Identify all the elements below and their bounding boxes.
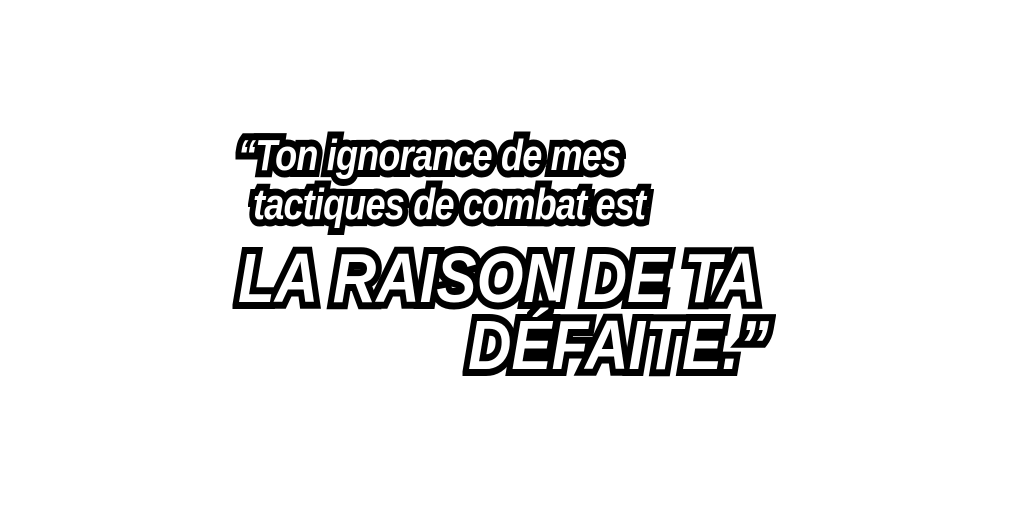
quote-line-1: “Ton ignorance de mes [232, 124, 627, 187]
quote-line-4: DÉFAITE.” [462, 299, 775, 391]
quote-canvas: “Ton ignorance de mes tactiques de comba… [0, 0, 1024, 512]
quote-line-2: tactiques de combat est [247, 173, 651, 236]
